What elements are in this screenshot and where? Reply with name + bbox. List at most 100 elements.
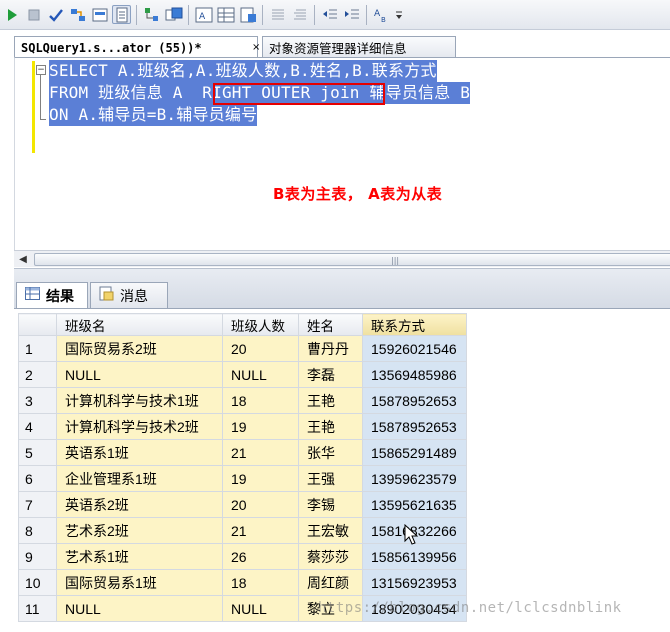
query-options-icon[interactable] — [112, 5, 131, 24]
include-plan-icon[interactable] — [142, 5, 161, 24]
table-row[interactable]: 3 计算机科学与技术1班 18 王艳 15878952653 — [18, 387, 467, 414]
results-file-icon[interactable] — [238, 5, 257, 24]
cell-class-name[interactable]: 艺术系1班 — [56, 543, 223, 570]
row-number[interactable]: 4 — [18, 413, 57, 440]
column-header-name[interactable]: 姓名 — [298, 313, 363, 336]
cell-class-name[interactable]: 英语系1班 — [56, 439, 223, 466]
cell-class-name[interactable]: 企业管理系1班 — [56, 465, 223, 492]
cell-name[interactable]: 曹丹丹 — [298, 335, 363, 362]
cell-contact[interactable]: 15926021546 — [362, 335, 467, 362]
cell-name[interactable]: 王宏敏 — [298, 517, 363, 544]
cell-contact[interactable]: 15878952653 — [362, 413, 467, 440]
table-row[interactable]: 4 计算机科学与技术2班 19 王艳 15878952653 — [18, 413, 467, 440]
column-header-class-name[interactable]: 班级名 — [56, 313, 223, 336]
stop-icon[interactable] — [24, 5, 43, 24]
table-row[interactable]: 9 艺术系1班 26 蔡莎莎 15856139956 — [18, 543, 467, 570]
cell-contact[interactable]: 15878952653 — [362, 387, 467, 414]
table-row[interactable]: 8 艺术系2班 21 王宏敏 15816832266 — [18, 517, 467, 544]
cell-class-size[interactable]: 20 — [222, 335, 299, 362]
collapse-icon[interactable]: − — [36, 65, 46, 75]
cell-class-size[interactable]: NULL — [222, 361, 299, 388]
cell-name[interactable]: 李磊 — [298, 361, 363, 388]
table-row[interactable]: 2 NULL NULL 李磊 13569485986 — [18, 361, 467, 388]
grid-header-row: 班级名 班级人数 姓名 联系方式 — [18, 313, 467, 336]
cell-class-size[interactable]: 19 — [222, 465, 299, 492]
check-icon[interactable] — [46, 5, 65, 24]
cell-class-name[interactable]: NULL — [56, 361, 223, 388]
cell-name[interactable]: 蔡莎莎 — [298, 543, 363, 570]
row-number[interactable]: 3 — [18, 387, 57, 414]
table-row[interactable]: 5 英语系1班 21 张华 15865291489 — [18, 439, 467, 466]
cell-class-name[interactable]: 艺术系2班 — [56, 517, 223, 544]
cell-contact[interactable]: 13569485986 — [362, 361, 467, 388]
cell-class-size[interactable]: 26 — [222, 543, 299, 570]
toolbar-overflow-icon[interactable] — [394, 5, 404, 24]
row-number[interactable]: 9 — [18, 543, 57, 570]
close-icon[interactable]: × — [252, 42, 262, 56]
increase-indent-icon[interactable] — [342, 5, 361, 24]
tab-object-explorer-details[interactable]: 对象资源管理器详细信息 — [262, 36, 456, 58]
comment-icon[interactable] — [268, 5, 287, 24]
cell-class-name[interactable]: 英语系2班 — [56, 491, 223, 518]
row-number[interactable]: 8 — [18, 517, 57, 544]
client-stats-icon[interactable] — [164, 5, 183, 24]
cell-class-name[interactable]: 计算机科学与技术1班 — [56, 387, 223, 414]
row-number[interactable]: 2 — [18, 361, 57, 388]
results-grid-icon[interactable] — [216, 5, 235, 24]
scrollbar-thumb[interactable]: ||| — [34, 253, 670, 266]
specify-values-icon[interactable]: AB — [372, 5, 391, 24]
cell-class-name[interactable]: 计算机科学与技术2班 — [56, 413, 223, 440]
uncomment-icon[interactable] — [290, 5, 309, 24]
cell-class-name[interactable]: NULL — [56, 595, 223, 622]
table-row[interactable]: 7 英语系2班 20 李锡 13595621635 — [18, 491, 467, 518]
cell-class-size[interactable]: 18 — [222, 387, 299, 414]
row-number[interactable]: 11 — [18, 595, 57, 622]
row-number[interactable]: 5 — [18, 439, 57, 466]
sql-editor[interactable]: − SELECT A.班级名,A.班级人数,B.姓名,B.联系方式 FROM 班… — [14, 57, 670, 252]
row-number[interactable]: 7 — [18, 491, 57, 518]
cell-name[interactable]: 张华 — [298, 439, 363, 466]
tab-sql-query[interactable]: SQLQuery1.s...ator (55))* — [14, 36, 258, 58]
play-icon[interactable] — [2, 5, 21, 24]
display-plan-icon[interactable] — [90, 5, 109, 24]
cell-contact[interactable]: 15856139956 — [362, 543, 467, 570]
row-number[interactable]: 1 — [18, 335, 57, 362]
cell-contact[interactable]: 13156923953 — [362, 569, 467, 596]
editor-horizontal-scrollbar[interactable]: ◀ ||| — [14, 250, 670, 267]
grid-corner-header[interactable] — [18, 313, 57, 336]
parse-icon[interactable] — [68, 5, 87, 24]
cell-name[interactable]: 王艳 — [298, 413, 363, 440]
cell-name[interactable]: 李锡 — [298, 491, 363, 518]
decrease-indent-icon[interactable] — [320, 5, 339, 24]
results-text-icon[interactable]: A — [194, 5, 213, 24]
cell-class-size[interactable]: 20 — [222, 491, 299, 518]
cell-class-name[interactable]: 国际贸易系1班 — [56, 569, 223, 596]
code-line-select: SELECT A.班级名,A.班级人数,B.姓名,B.联系方式 — [49, 60, 437, 82]
column-header-contact[interactable]: 联系方式 — [362, 313, 467, 336]
tab-results[interactable]: 结果 — [16, 282, 88, 308]
row-number[interactable]: 10 — [18, 569, 57, 596]
tab-messages-label: 消息 — [120, 288, 148, 305]
table-row[interactable]: 6 企业管理系1班 19 王强 13959623579 — [18, 465, 467, 492]
cell-contact[interactable]: 13595621635 — [362, 491, 467, 518]
row-number[interactable]: 6 — [18, 465, 57, 492]
column-header-class-size[interactable]: 班级人数 — [222, 313, 299, 336]
cell-name[interactable]: 王艳 — [298, 387, 363, 414]
cell-contact[interactable]: 15865291489 — [362, 439, 467, 466]
tab-messages[interactable]: 消息 — [90, 282, 168, 308]
scroll-left-icon[interactable]: ◀ — [16, 253, 30, 266]
cell-class-size[interactable]: 18 — [222, 569, 299, 596]
cell-class-size[interactable]: NULL — [222, 595, 299, 622]
table-row[interactable]: 1 国际贸易系2班 20 曹丹丹 15926021546 — [18, 335, 467, 362]
cell-name[interactable]: 王强 — [298, 465, 363, 492]
mouse-cursor-icon — [404, 524, 418, 545]
cell-class-size[interactable]: 21 — [222, 439, 299, 466]
cell-name[interactable]: 周红颜 — [298, 569, 363, 596]
table-row[interactable]: 10 国际贸易系1班 18 周红颜 13156923953 — [18, 569, 467, 596]
cell-class-name[interactable]: 国际贸易系2班 — [56, 335, 223, 362]
results-grid: 班级名 班级人数 姓名 联系方式 1 国际贸易系2班 20 曹丹丹 1592602154… — [18, 313, 467, 622]
cell-contact[interactable]: 13959623579 — [362, 465, 467, 492]
cell-class-size[interactable]: 21 — [222, 517, 299, 544]
cell-class-size[interactable]: 19 — [222, 413, 299, 440]
code-outline: − — [36, 65, 46, 123]
